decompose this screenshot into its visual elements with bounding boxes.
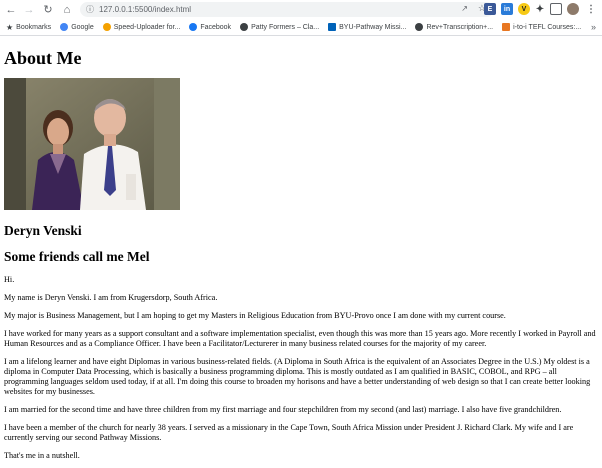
star-icon: ★: [6, 22, 14, 32]
bookmark-label: Patty Formers – Cla...: [251, 23, 320, 31]
page-title: About Me: [4, 48, 82, 68]
extension-icon[interactable]: E: [484, 3, 496, 15]
bio-section: Hi. My name is Deryn Venski. I am from K…: [4, 275, 602, 461]
linkedin-extension-icon[interactable]: in: [501, 3, 513, 15]
address-bar[interactable]: ⓘ 127.0.0.1:5500/index.html ↗ ☆: [80, 2, 494, 17]
google-icon: [60, 23, 69, 31]
bookmark-item[interactable]: Google: [60, 23, 94, 31]
bookmark-label: Speed-Uploader for...: [113, 23, 181, 31]
address-url: 127.0.0.1:5500/index.html: [99, 5, 192, 14]
bio-paragraph: My major is Business Management, but I a…: [4, 311, 506, 320]
bio-paragraph: My name is Deryn Venski. I am from Kruge…: [4, 293, 218, 302]
tefl-icon: [502, 23, 511, 31]
bookmark-label: Rev+Transcription+...: [426, 23, 494, 31]
bookmarks-bar: ★ Bookmarks Google Speed-Uploader for...…: [0, 19, 602, 36]
bio-paragraph: I have been a member of the church for n…: [4, 423, 574, 442]
info-icon[interactable]: ⓘ: [86, 4, 96, 15]
bookmark-label: Bookmarks: [16, 23, 52, 31]
back-arrow-icon[interactable]: ←: [4, 3, 18, 17]
puzzle-extensions-icon[interactable]: ✦: [534, 3, 546, 15]
bookmark-item[interactable]: Rev+Transcription+...: [415, 23, 493, 31]
bookmark-item[interactable]: Patty Formers – Cla...: [240, 23, 319, 31]
menu-kebab-icon[interactable]: ⋮: [585, 3, 597, 15]
person-name: Deryn Venski: [4, 223, 82, 238]
facebook-icon: [189, 23, 198, 31]
globe-icon: [415, 23, 424, 31]
bio-paragraph: I am married for the second time and hav…: [4, 405, 562, 414]
profile-avatar[interactable]: [567, 3, 579, 15]
side-panel-icon[interactable]: [550, 3, 562, 15]
byu-pathway-icon: [328, 23, 337, 31]
globe-icon: [240, 23, 249, 31]
reload-icon[interactable]: ↻: [41, 3, 55, 17]
forward-arrow-icon[interactable]: →: [22, 3, 36, 17]
share-icon[interactable]: ↗: [461, 4, 468, 13]
photo-illustration: [4, 78, 180, 210]
bookmark-label: BYU-Pathway Missi...: [339, 23, 407, 31]
bookmark-item[interactable]: i-to-i TEFL Courses:...: [502, 23, 581, 31]
profile-photo: [4, 78, 180, 210]
bio-paragraph: Hi.: [4, 275, 15, 284]
person-nickname: Some friends call me Mel: [4, 249, 150, 264]
bookmark-label: i-to-i TEFL Courses:...: [513, 23, 582, 31]
bookmark-item[interactable]: Speed-Uploader for...: [102, 23, 181, 31]
speed-uploader-icon: [102, 23, 111, 31]
browser-toolbar: ← → ↻ ⌂ ⓘ 127.0.0.1:5500/index.html ↗ ☆ …: [0, 0, 602, 19]
extension-v-icon[interactable]: V: [518, 3, 530, 15]
home-icon[interactable]: ⌂: [60, 3, 74, 17]
bookmark-item[interactable]: ★ Bookmarks: [6, 23, 51, 32]
bookmark-item[interactable]: BYU-Pathway Missi...: [328, 23, 406, 31]
bio-paragraph: I have worked for many years as a suppor…: [4, 329, 596, 348]
bio-paragraph: I am a lifelong learner and have eight D…: [4, 357, 591, 396]
bio-paragraph: That's me in a nutshell.: [4, 451, 80, 460]
bookmark-label: Google: [71, 23, 94, 31]
bookmark-label: Facebook: [200, 23, 232, 31]
bookmarks-overflow-icon[interactable]: »: [591, 22, 596, 32]
bookmark-item[interactable]: Facebook: [189, 23, 231, 31]
page-content: About Me Deryn Venski Some friends call …: [0, 37, 602, 461]
